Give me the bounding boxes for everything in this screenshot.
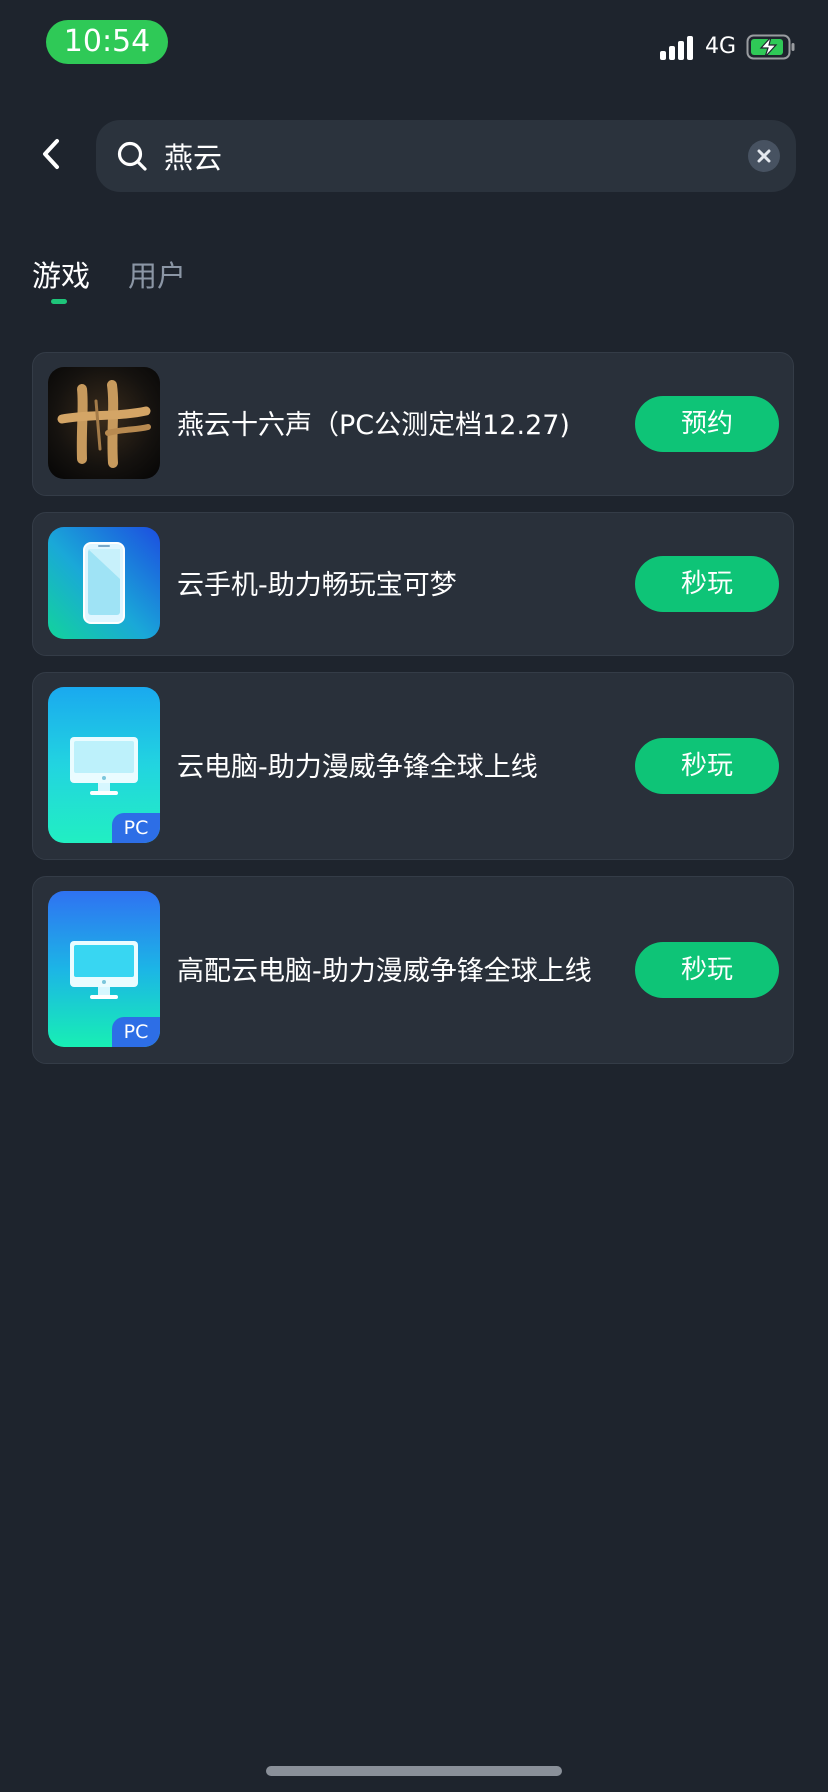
result-card[interactable]: 云手机-助力畅玩宝可梦 秒玩 [32,512,794,656]
clear-search-button[interactable] [748,140,780,172]
search-icon [117,141,147,171]
result-title: 燕云十六声（PC公测定档12.27) [177,410,570,441]
yanyun-game-icon [48,367,160,479]
network-type: 4G [704,34,736,59]
cloud-pc-icon: PC [48,687,160,843]
result-card[interactable]: 燕云十六声（PC公测定档12.27) 预约 [32,352,794,496]
tab-games[interactable]: 游戏 [32,256,90,296]
pc-badge: PC [112,813,160,843]
yanyun-logo-art [57,380,151,468]
search-input[interactable] [164,132,704,180]
home-indicator[interactable] [266,1766,562,1776]
chevron-left-icon [43,139,59,169]
result-title: 高配云电脑-助力漫威争锋全球上线 [177,956,592,987]
status-time: 10:54 [46,20,168,64]
result-title: 云电脑-助力漫威争锋全球上线 [177,752,538,783]
search-results-screen: 10:54 4G 游戏 用户 [0,0,828,1792]
play-now-button[interactable]: 秒玩 [635,556,779,612]
result-card[interactable]: PC 云电脑-助力漫威争锋全球上线 秒玩 [32,672,794,860]
signal-icon [659,34,693,60]
status-indicators: 4G [659,34,796,60]
active-tab-indicator [51,299,67,304]
play-now-button[interactable]: 秒玩 [635,738,779,794]
back-button[interactable] [34,136,70,172]
result-card[interactable]: PC 高配云电脑-助力漫威争锋全球上线 秒玩 [32,876,794,1064]
pc-badge: PC [112,1017,160,1047]
tab-users[interactable]: 用户 [128,256,186,296]
cloud-phone-icon [48,527,160,639]
reserve-button[interactable]: 预约 [635,396,779,452]
smartphone-icon [83,542,125,624]
high-spec-cloud-pc-icon: PC [48,891,160,1047]
clear-icon [757,149,771,163]
result-title: 云手机-助力畅玩宝可梦 [177,570,457,601]
search-box[interactable] [96,120,796,192]
play-now-button[interactable]: 秒玩 [635,942,779,998]
battery-charging-icon [746,34,795,60]
